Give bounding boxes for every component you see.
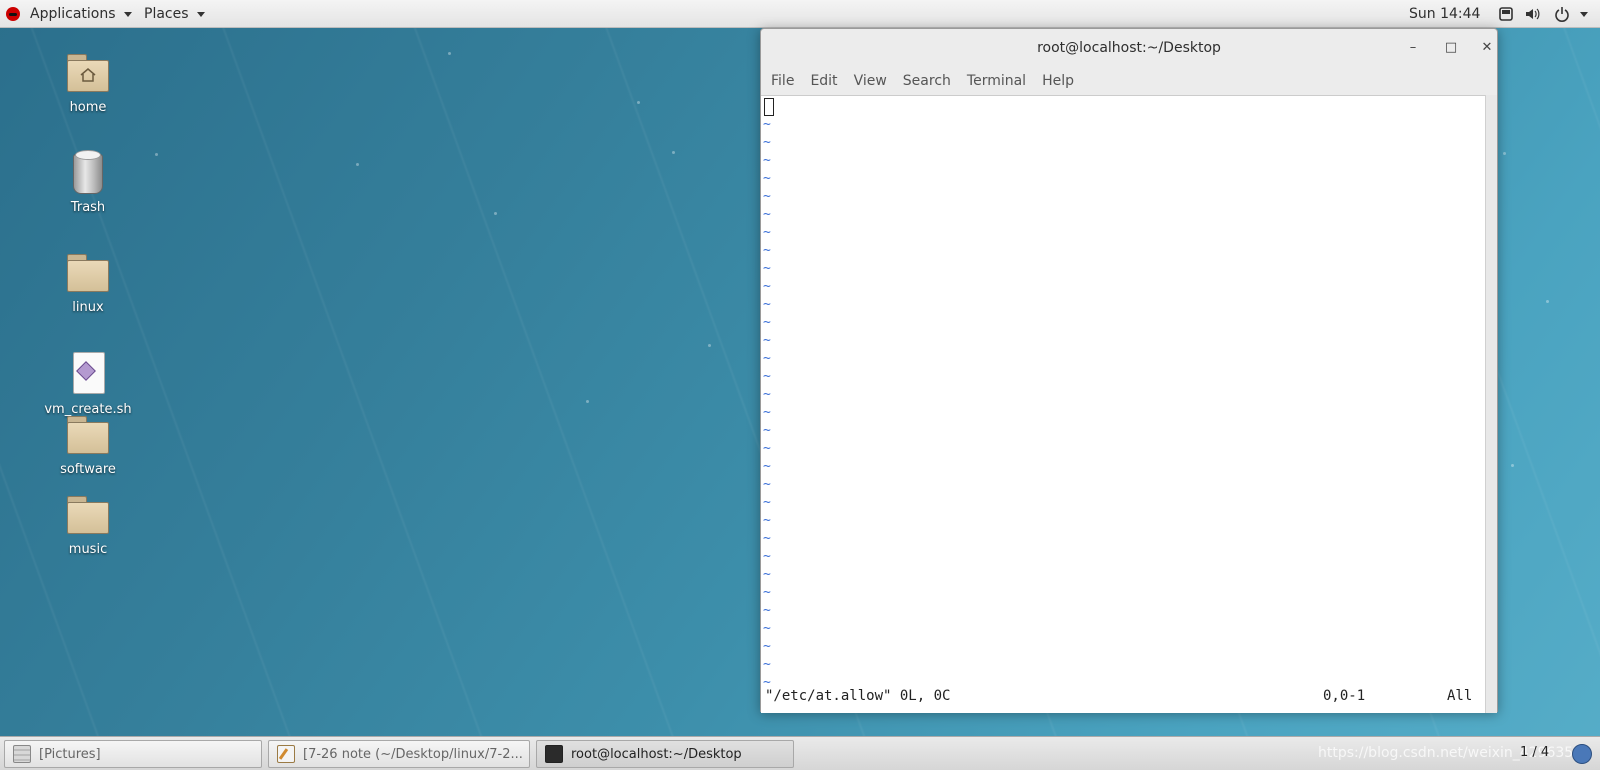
terminal-window[interactable]: root@localhost:~/Desktop – □ ✕ File Edit… (760, 28, 1498, 713)
task-terminal[interactable]: root@localhost:~/Desktop (536, 740, 794, 768)
vim-tilde-line: ~ (763, 639, 771, 654)
desktop-icon-vm-create[interactable]: vm_create.sh (38, 352, 138, 417)
vim-tilde-line: ~ (763, 531, 771, 546)
maximize-button[interactable]: □ (1441, 38, 1461, 58)
minimize-button[interactable]: – (1403, 38, 1423, 58)
desktop-icon-label: linux (72, 300, 104, 315)
text-editor-icon (277, 745, 295, 763)
home-folder-icon (65, 50, 111, 96)
vim-tilde-line: ~ (763, 675, 771, 690)
vim-tilde-line: ~ (763, 405, 771, 420)
folder-icon (65, 250, 111, 296)
terminal-menubar: File Edit View Search Terminal Help (761, 67, 1497, 95)
desktop-icon-label: software (60, 462, 116, 477)
workspace-indicator[interactable]: 1 / 4 (1520, 745, 1549, 760)
menu-help[interactable]: Help (1036, 73, 1084, 89)
vim-tilde-line: ~ (763, 189, 771, 204)
chevron-down-icon[interactable] (1580, 12, 1588, 17)
vim-tilde-line: ~ (763, 243, 771, 258)
vim-tilde-line: ~ (763, 459, 771, 474)
power-icon[interactable] (1554, 6, 1570, 22)
vim-tilde-line: ~ (763, 495, 771, 510)
vim-tilde-line: ~ (763, 423, 771, 438)
top-panel: Applications Places Sun 14:44 (0, 0, 1600, 28)
vim-tilde-line: ~ (763, 351, 771, 366)
vim-tilde-line: ~ (763, 279, 771, 294)
vim-tilde-line: ~ (763, 225, 771, 240)
bottom-taskbar: [Pictures] [7-26 note (~/Desktop/linux/7… (0, 736, 1600, 770)
chevron-down-icon (123, 11, 132, 17)
volume-icon[interactable] (1524, 6, 1540, 22)
trash-icon (65, 150, 111, 196)
vim-tilde-line: ~ (763, 621, 771, 636)
task-label: [Pictures] (39, 746, 101, 762)
vim-tilde-line: ~ (763, 135, 771, 150)
vim-tilde-line: ~ (763, 477, 771, 492)
terminal-scrollbar[interactable] (1485, 95, 1497, 713)
applications-label: Applications (30, 6, 116, 22)
vim-tilde-line: ~ (763, 369, 771, 384)
vim-tilde-line: ~ (763, 315, 771, 330)
menu-terminal[interactable]: Terminal (961, 73, 1036, 89)
places-label: Places (144, 6, 189, 22)
vim-tilde-line: ~ (763, 387, 771, 402)
screen-icon[interactable] (1498, 6, 1514, 22)
clock[interactable]: Sun 14:44 (1409, 0, 1480, 28)
applications-menu[interactable]: Applications (6, 0, 132, 28)
vim-tilde-line: ~ (763, 297, 771, 312)
watermark: https://blog.csdn.net/weixin_42963529 (1318, 745, 1592, 761)
script-file-icon (65, 352, 111, 398)
vim-tilde-line: ~ (763, 585, 771, 600)
vim-tilde-line: ~ (763, 171, 771, 186)
desktop-icon-label: music (68, 542, 108, 557)
desktop-icon-trash[interactable]: Trash (38, 150, 138, 215)
text-cursor (764, 98, 774, 116)
desktop-icon-label: Trash (70, 200, 106, 215)
task-pictures[interactable]: [Pictures] (4, 740, 262, 768)
terminal-text-area[interactable]: "/etc/at.allow" 0L, 0C 0,0-1 All ~ ~ ~ ~ ~ ~ ~… (761, 95, 1485, 713)
pictures-icon (13, 745, 31, 763)
desktop-icon-linux[interactable]: linux (38, 250, 138, 315)
places-menu[interactable]: Places (144, 0, 205, 28)
menu-file[interactable]: File (765, 73, 804, 89)
menu-search[interactable]: Search (897, 73, 961, 89)
vim-status-position: 0,0-1 (1323, 688, 1366, 704)
vim-tilde-line: ~ (763, 567, 771, 582)
vim-tilde-line: ~ (763, 117, 771, 132)
close-button[interactable]: ✕ (1477, 38, 1497, 58)
vim-status-file: "/etc/at.allow" 0L, 0C (765, 688, 951, 704)
task-label: root@localhost:~/Desktop (571, 746, 742, 762)
folder-icon (65, 412, 111, 458)
task-note[interactable]: [7-26 note (~/Desktop/linux/7-2... (268, 740, 530, 768)
terminal-icon (545, 745, 563, 763)
vim-tilde-line: ~ (763, 333, 771, 348)
desktop-icon-home[interactable]: home (38, 50, 138, 115)
desktop-icon-software[interactable]: software (38, 412, 138, 477)
menu-view[interactable]: View (848, 73, 897, 89)
redhat-logo-icon (6, 7, 20, 21)
window-title[interactable]: root@localhost:~/Desktop (761, 29, 1497, 67)
task-label: [7-26 note (~/Desktop/linux/7-2... (303, 746, 523, 762)
vim-tilde-line: ~ (763, 207, 771, 222)
desktop-icon-label: home (69, 100, 107, 115)
vim-tilde-line: ~ (763, 657, 771, 672)
desktop-icon-music[interactable]: music (38, 492, 138, 557)
vim-tilde-line: ~ (763, 603, 771, 618)
menu-edit[interactable]: Edit (804, 73, 847, 89)
vim-status-scroll: All (1447, 688, 1473, 704)
vim-tilde-line: ~ (763, 153, 771, 168)
chevron-down-icon (196, 11, 205, 17)
vim-tilde-line: ~ (763, 261, 771, 276)
vim-tilde-line: ~ (763, 513, 771, 528)
workspace-switcher-icon[interactable] (1572, 744, 1592, 764)
vim-tilde-line: ~ (763, 549, 771, 564)
vim-tilde-line: ~ (763, 441, 771, 456)
folder-icon (65, 492, 111, 538)
